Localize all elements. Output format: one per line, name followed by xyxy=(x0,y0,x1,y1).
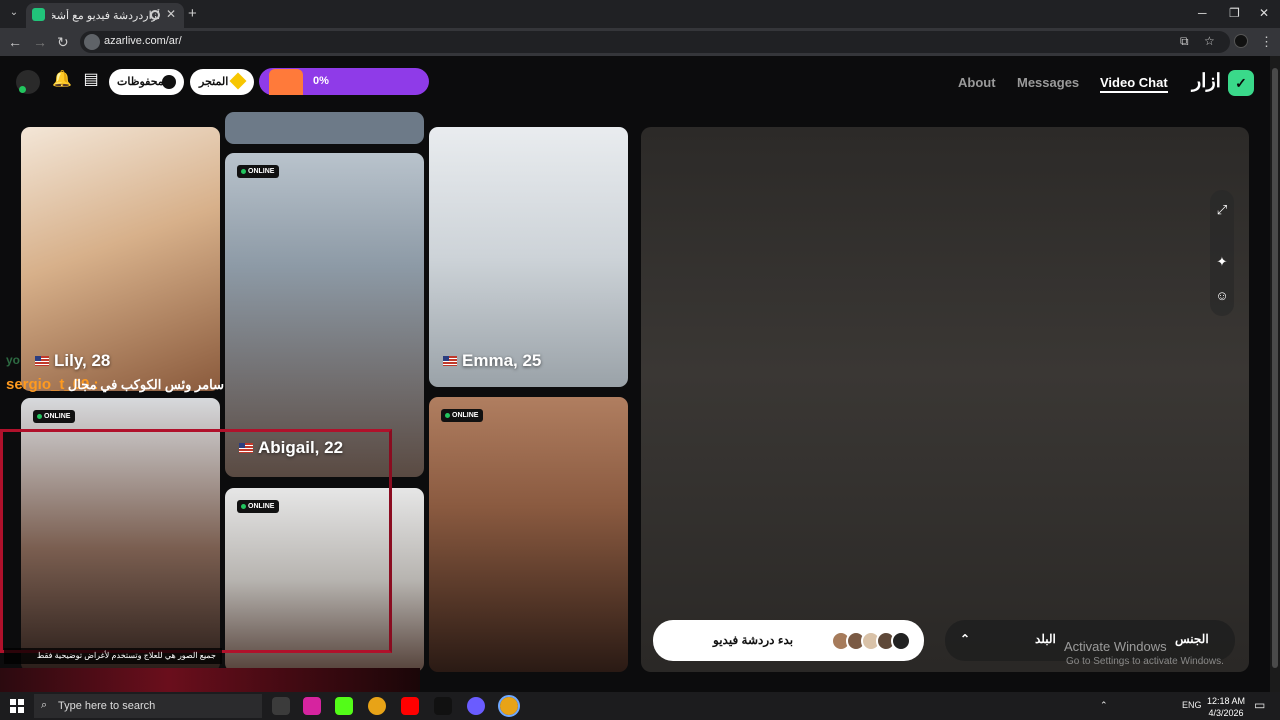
brand-name[interactable]: ازار xyxy=(1192,70,1221,93)
profile-card[interactable]: Emma, 25 xyxy=(429,127,628,387)
url-text[interactable]: azarlive.com/ar/ xyxy=(104,35,182,47)
language-indicator[interactable]: ENG xyxy=(1182,700,1202,710)
taskbar-search[interactable]: ⌕ Type here to search xyxy=(34,694,262,718)
page-scrollbar[interactable] xyxy=(1270,56,1280,692)
nav-video-chat[interactable]: Video Chat xyxy=(1100,75,1168,93)
browser-menu-icon[interactable]: ⋮ xyxy=(1260,34,1273,50)
gem-progress-pill[interactable]: 0% xyxy=(259,68,429,95)
expand-icon[interactable]: ⤢ xyxy=(1214,202,1230,218)
profile-name: Lily, 28 xyxy=(35,351,110,371)
youtube-icon[interactable] xyxy=(401,697,419,715)
back-button[interactable]: ← xyxy=(8,34,22,50)
sticker-icon[interactable]: ☺ xyxy=(1214,288,1230,304)
profile-card[interactable]: ONLINE xyxy=(429,397,628,672)
profile-name: Emma, 25 xyxy=(443,351,541,371)
page-content: ✓ ازار Video Chat Messages About 0% المت… xyxy=(0,56,1270,692)
minimize-button[interactable]: ─ xyxy=(1198,6,1207,20)
chrome-active-icon[interactable] xyxy=(498,695,520,717)
saved-button[interactable]: المحفوظات xyxy=(109,69,184,95)
us-flag-icon xyxy=(443,356,457,366)
store-icon[interactable]: ▤ xyxy=(82,71,100,89)
restore-button[interactable]: ❐ xyxy=(1229,6,1240,20)
windows-taskbar: ⌕ Type here to search ⌃ ENG 12:18 AM 4/3… xyxy=(0,692,1280,720)
online-badge: ONLINE xyxy=(33,410,76,423)
close-tab-icon[interactable]: ✕ xyxy=(166,7,176,21)
scrollbar-thumb[interactable] xyxy=(1272,68,1278,668)
tab-search-icon[interactable]: ⌄ xyxy=(6,5,22,21)
history-icon xyxy=(162,75,176,89)
online-badge: ONLINE xyxy=(237,165,280,178)
clock-date: 4/3/2026 xyxy=(1208,708,1244,718)
browser-toolbar: ← → ↻ azarlive.com/ar/ ⧉ ☆ ⋮ xyxy=(0,28,1280,56)
tab-favicon-icon xyxy=(32,8,45,21)
tray-chevron-icon[interactable]: ⌃ xyxy=(1100,700,1108,711)
bell-icon[interactable]: 🔔 xyxy=(52,71,72,89)
online-status-dot xyxy=(19,86,26,93)
kick-icon[interactable] xyxy=(335,697,353,715)
profile-card[interactable] xyxy=(225,112,424,144)
start-video-chat-label: بدء دردشة فيديو xyxy=(713,633,794,647)
video-feed xyxy=(641,127,1249,672)
gem-icon xyxy=(229,72,247,90)
expand-filters-icon[interactable]: ⌃ xyxy=(960,632,970,646)
activate-windows-subtitle: Go to Settings to activate Windows. xyxy=(1066,656,1224,667)
profile-avatar[interactable] xyxy=(1234,34,1248,48)
browser-tab-strip: ⌄ أزاردردشة فيديو مع أشخاص ✕ + ─ ❐ ✕ xyxy=(0,0,1280,28)
mascot-icon xyxy=(269,69,303,95)
app-icon[interactable] xyxy=(467,697,485,715)
stream-overlay-band xyxy=(0,668,420,692)
tiktok-icon[interactable] xyxy=(434,697,452,715)
disclaimer-notice: جميع الصور هي للعلاج وتستخدم لأغراض توضي… xyxy=(4,648,222,664)
nav-messages[interactable]: Messages xyxy=(1017,75,1079,90)
magic-effects-icon[interactable]: ✦ xyxy=(1214,254,1230,270)
search-icon: ⌕ xyxy=(41,699,48,711)
site-info-icon[interactable] xyxy=(84,34,100,50)
instagram-icon[interactable] xyxy=(303,697,321,715)
online-badge: ONLINE xyxy=(441,409,484,422)
system-clock[interactable]: 12:18 AM 4/3/2026 xyxy=(1206,695,1246,719)
video-icon xyxy=(891,631,911,651)
tab-title: أزاردردشة فيديو مع أشخاص xyxy=(52,10,160,22)
notification-icon[interactable]: ▭ xyxy=(1254,698,1265,712)
gem-progress-text: 0% xyxy=(313,75,329,87)
video-side-toolbar: ⤢ ✦ ☺ xyxy=(1210,190,1234,316)
chat-previous-user: yo xyxy=(6,353,21,367)
shop-label: المتجر xyxy=(199,76,229,88)
shop-button[interactable]: المتجر xyxy=(190,69,254,95)
stream-overlay-frame xyxy=(0,429,392,653)
reload-button[interactable]: ↻ xyxy=(57,34,69,50)
bookmark-star-icon[interactable]: ☆ xyxy=(1204,34,1215,48)
windows-start-icon[interactable] xyxy=(10,699,24,713)
start-video-chat-button[interactable]: بدء دردشة فيديو xyxy=(653,620,924,661)
recording-icon xyxy=(150,10,160,20)
chat-message: سامر وئس الكوكب في مجال xyxy=(67,377,224,392)
install-app-icon[interactable]: ⧉ xyxy=(1180,34,1189,49)
country-filter[interactable]: البلد xyxy=(1035,632,1056,646)
address-bar[interactable]: azarlive.com/ar/ ⧉ ☆ xyxy=(80,31,1230,53)
close-window-button[interactable]: ✕ xyxy=(1259,6,1269,20)
task-view-icon[interactable] xyxy=(272,697,290,715)
activate-windows-title: Activate Windows xyxy=(1064,639,1167,654)
azar-logo-icon[interactable]: ✓ xyxy=(1228,70,1254,96)
gender-filter[interactable]: الجنس xyxy=(1175,632,1209,646)
nav-about[interactable]: About xyxy=(958,75,996,90)
avatar[interactable] xyxy=(16,70,40,94)
clock-time: 12:18 AM xyxy=(1206,696,1246,706)
new-tab-button[interactable]: + xyxy=(188,5,197,22)
browser-tab[interactable]: أزاردردشة فيديو مع أشخاص ✕ xyxy=(26,3,184,28)
us-flag-icon xyxy=(35,356,49,366)
chrome-icon[interactable] xyxy=(368,697,386,715)
search-placeholder: Type here to search xyxy=(58,700,156,712)
forward-button[interactable]: → xyxy=(33,34,47,50)
profile-card[interactable]: Lily, 28 xyxy=(21,127,220,391)
